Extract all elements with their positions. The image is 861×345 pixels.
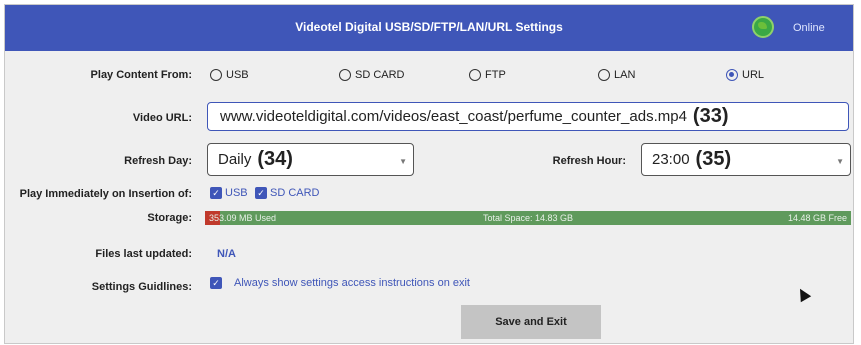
radio-lan[interactable]: LAN: [598, 69, 635, 81]
checkbox-usb[interactable]: ✓ USB: [210, 187, 248, 199]
annotation-34: (34): [257, 148, 293, 170]
checkbox-sd-card-label: SD CARD: [270, 187, 320, 199]
play-content-label: Play Content From:: [90, 69, 192, 81]
settings-window: Videotel Digital USB/SD/FTP/LAN/URL Sett…: [4, 4, 854, 344]
storage-label: Storage:: [147, 212, 192, 224]
storage-bar: 353.09 MB Used Total Space: 14.83 GB 14.…: [205, 211, 851, 225]
storage-total-text: Total Space: 14.83 GB: [482, 213, 574, 223]
mouse-cursor-icon: [794, 285, 812, 303]
guidelines-text: Always show settings access instructions…: [234, 277, 470, 289]
chevron-down-icon: ▼: [836, 157, 844, 166]
window-title: Videotel Digital USB/SD/FTP/LAN/URL Sett…: [295, 20, 563, 34]
play-immediately-label: Play Immediately on Insertion of:: [19, 188, 192, 200]
globe-icon: [752, 16, 774, 38]
refresh-hour-select[interactable]: 23:00 (35) ▼: [641, 143, 851, 176]
refresh-day-value: Daily: [218, 151, 252, 168]
radio-sd-card[interactable]: SD CARD: [339, 69, 405, 81]
video-url-input[interactable]: www.videoteldigital.com/videos/east_coas…: [207, 102, 849, 131]
guidelines-checkbox[interactable]: ✓ Always show settings access instructio…: [210, 277, 470, 289]
radio-ftp-label: FTP: [485, 69, 506, 81]
chevron-down-icon: ▼: [399, 157, 407, 166]
radio-usb[interactable]: USB: [210, 69, 249, 81]
annotation-33: (33): [692, 105, 729, 127]
radio-usb-icon: [210, 69, 222, 81]
refresh-hour-label: Refresh Hour:: [552, 155, 626, 167]
checkbox-usb-icon: ✓: [210, 187, 222, 199]
refresh-day-select[interactable]: Daily (34) ▼: [207, 143, 414, 176]
radio-ftp-icon: [469, 69, 481, 81]
radio-url-label: URL: [742, 69, 765, 81]
refresh-hour-value: 23:00: [652, 151, 690, 168]
video-url-label: Video URL:: [132, 112, 192, 124]
radio-lan-label: LAN: [614, 69, 636, 81]
radio-usb-label: USB: [226, 69, 249, 81]
save-and-exit-button[interactable]: Save and Exit: [461, 305, 601, 339]
refresh-day-label: Refresh Day:: [124, 155, 192, 167]
radio-sd-card-label: SD CARD: [355, 69, 405, 81]
radio-lan-icon: [598, 69, 610, 81]
radio-url-icon: [726, 69, 738, 81]
checkbox-sd-card-icon: ✓: [255, 187, 267, 199]
title-bar: Videotel Digital USB/SD/FTP/LAN/URL Sett…: [5, 5, 853, 51]
radio-ftp[interactable]: FTP: [469, 69, 506, 81]
storage-free-text: 14.48 GB Free: [787, 213, 847, 223]
radio-url[interactable]: URL: [726, 69, 764, 81]
checkbox-usb-label: USB: [225, 187, 248, 199]
guidelines-checkbox-icon: ✓: [210, 277, 222, 289]
settings-guidelines-label: Settings Guidlines:: [91, 281, 192, 293]
files-updated-label: Files last updated:: [95, 248, 192, 260]
video-url-value: www.videoteldigital.com/videos/east_coas…: [220, 108, 687, 125]
files-updated-value: N/A: [217, 248, 236, 260]
connection-status: Online: [793, 22, 825, 34]
annotation-35: (35): [695, 148, 732, 170]
checkbox-sd-card[interactable]: ✓ SD CARD: [255, 187, 320, 199]
radio-sd-card-icon: [339, 69, 351, 81]
